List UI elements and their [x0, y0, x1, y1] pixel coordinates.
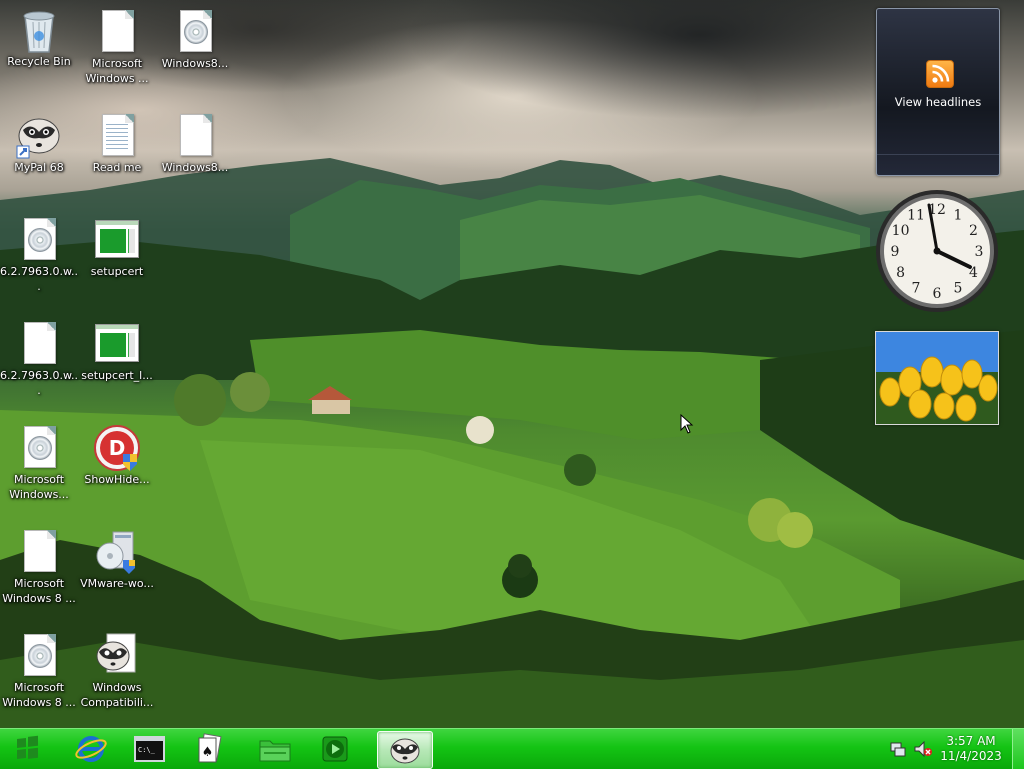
disc-image-icon	[15, 632, 63, 680]
desktop-icon-label: setupcert_l...	[81, 369, 153, 382]
desktop-icon-microsoft-windows-8-a[interactable]: Microsoft Windows 8 ...	[0, 528, 78, 606]
desktop-icon-iso-a[interactable]: 6.2.7963.0.w...	[0, 216, 78, 294]
svg-text:♠: ♠	[202, 745, 214, 760]
desktop-icon-label: Microsoft Windows 8 ...	[2, 681, 76, 709]
mypal-raccoon-icon	[390, 738, 420, 764]
taskbar-clock[interactable]: 3:57 AM 11/4/2023	[932, 734, 1010, 764]
desktop-icon-label: Microsoft Windows 8 ...	[2, 577, 76, 605]
desktop-icon-windows-compat[interactable]: Windows Compatibili...	[78, 632, 156, 710]
showhide-shield-icon: D	[93, 424, 141, 472]
vmware-installer-icon	[93, 528, 141, 576]
svg-text:C:\_: C:\_	[138, 746, 156, 754]
taskbar-file-explorer[interactable]	[248, 731, 302, 767]
desktop-icon-label: 6.2.7963.0.w...	[0, 265, 78, 293]
desktop-icon-label: MyPal 68	[14, 161, 64, 174]
desktop-icon-microsoft-windows-2[interactable]: Microsoft Windows...	[0, 424, 78, 502]
disc-image-icon	[15, 216, 63, 264]
taskbar-date: 11/4/2023	[940, 749, 1002, 763]
clock-numeral: 10	[892, 223, 910, 239]
desktop-icon-label: VMware-wo...	[80, 577, 154, 590]
mypal-raccoon-icon	[15, 112, 63, 160]
network-icon[interactable]	[890, 741, 906, 757]
desktop-icon-label: Windows8...	[161, 57, 229, 70]
rss-feed-icon	[926, 60, 954, 88]
desktop-icon-label: Windows8...	[161, 161, 229, 174]
clock-gadget[interactable]: 12 1 2 3 4 5 6 7 8 9 10 11	[874, 188, 1000, 314]
taskbar-internet-explorer[interactable]	[64, 731, 118, 767]
disc-image-icon	[171, 8, 219, 56]
document-icon	[15, 320, 63, 368]
desktop-icon-microsoft-windows-1[interactable]: Microsoft Windows ...	[78, 8, 156, 86]
application-window-icon	[93, 320, 141, 368]
clock-numeral: 2	[969, 223, 978, 239]
svg-text:D: D	[109, 436, 126, 460]
desktop-icon-setupcert[interactable]: setupcert	[78, 216, 156, 279]
taskbar-time: 3:57 AM	[946, 734, 996, 748]
desktop-icon-showhide[interactable]: D ShowHide...	[78, 424, 156, 487]
desktop-icon-read-me[interactable]: Read me	[78, 112, 156, 175]
internet-explorer-icon	[75, 736, 107, 762]
clock-numeral: 9	[891, 244, 900, 260]
disc-image-icon	[15, 424, 63, 472]
volume-muted-icon[interactable]	[914, 741, 932, 757]
document-icon	[15, 528, 63, 576]
taskbar-solitaire[interactable]: ♠	[182, 731, 236, 767]
taskbar-mypal[interactable]	[377, 731, 433, 769]
slideshow-gadget[interactable]	[875, 331, 999, 425]
desktop-icon-vmware[interactable]: VMware-wo...	[78, 528, 156, 591]
clock-numeral: 6	[933, 286, 942, 302]
taskbar: C:\_ ♠ 3:57 AM 11/4/2023	[0, 728, 1024, 769]
desktop-icon-windows8-2[interactable]: Windows8...	[156, 112, 234, 175]
desktop-icon-setupcert-l[interactable]: setupcert_l...	[78, 320, 156, 383]
desktop-icon-label: Microsoft Windows...	[9, 473, 69, 501]
clock-numeral: 11	[907, 208, 925, 224]
desktop-icon-iso-b[interactable]: 6.2.7963.0.w...	[0, 320, 78, 398]
recycle-bin-icon	[15, 6, 63, 54]
solitaire-cards-icon: ♠	[198, 733, 222, 763]
taskbar-command-prompt[interactable]: C:\_	[122, 731, 176, 767]
desktop-icon-windows8-1[interactable]: Windows8...	[156, 8, 234, 71]
view-headlines-link[interactable]: View headlines	[877, 95, 999, 109]
clock-numeral: 7	[912, 280, 921, 296]
media-player-icon	[322, 736, 348, 762]
document-icon	[93, 8, 141, 56]
clock-numeral: 3	[975, 244, 984, 260]
file-explorer-icon	[259, 740, 291, 762]
feed-headlines-gadget[interactable]: View headlines	[876, 8, 1000, 176]
desktop-icon-microsoft-windows-8-b[interactable]: Microsoft Windows 8 ...	[0, 632, 78, 710]
desktop-icon-label: Recycle Bin	[7, 55, 71, 68]
raccoon-document-icon	[93, 632, 141, 680]
document-icon	[171, 112, 219, 160]
desktop-icon-label: 6.2.7963.0.w...	[0, 369, 78, 397]
windows-start-orb-icon	[17, 735, 38, 759]
taskbar-media-player[interactable]	[308, 731, 362, 767]
desktop-icon-label: Read me	[92, 161, 142, 174]
desktop-icon-mypal-68[interactable]: MyPal 68	[0, 112, 78, 175]
text-document-icon	[93, 112, 141, 160]
clock-numeral: 1	[954, 208, 963, 224]
desktop-icon-label: Windows Compatibili...	[80, 681, 154, 709]
clock-numeral: 8	[896, 265, 905, 281]
desktop-icon-label: setupcert	[90, 265, 144, 278]
desktop-icon-label: Microsoft Windows ...	[85, 57, 149, 85]
command-prompt-icon: C:\_	[134, 736, 165, 762]
show-desktop-button[interactable]	[1012, 729, 1024, 769]
mouse-cursor-icon	[680, 414, 694, 434]
application-window-icon	[93, 216, 141, 264]
gadget-divider	[877, 154, 999, 155]
desktop-icon-label: ShowHide...	[84, 473, 150, 486]
start-button[interactable]	[6, 731, 48, 767]
clock-numeral: 5	[954, 280, 963, 296]
tulip-photo	[876, 332, 998, 424]
desktop-icon-recycle-bin[interactable]: Recycle Bin	[0, 6, 78, 69]
